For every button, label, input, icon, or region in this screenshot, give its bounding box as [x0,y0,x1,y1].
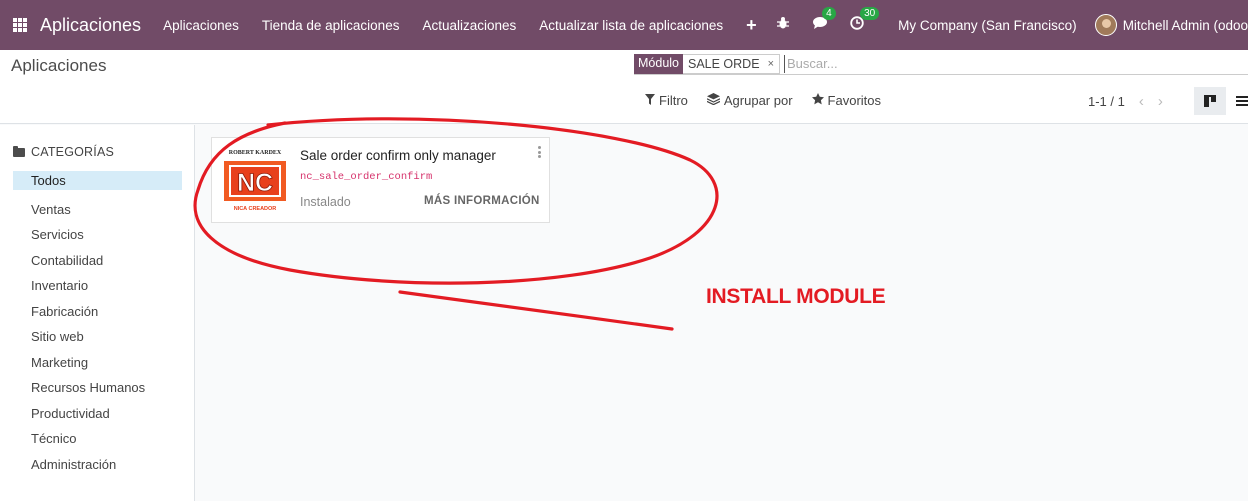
facet-value-text: SALE ORDE [688,56,760,71]
chevron-left-icon[interactable]: ‹ [1139,93,1144,110]
logo-letters: NC [237,169,273,197]
chevron-right-icon[interactable]: › [1158,93,1163,110]
logo-top-text: ROBERT KARDEX [229,150,282,156]
group-by-button[interactable]: Agrupar por [706,93,793,108]
category-sidebar: CATEGORÍAS Todos Ventas Servicios Contab… [0,125,195,501]
facet-label: Módulo [634,53,683,74]
category-contabilidad[interactable]: Contabilidad [13,248,182,274]
category-fabricacion[interactable]: Fabricación [13,299,182,325]
kanban-view-button[interactable] [1194,87,1226,115]
menu-aplicaciones[interactable]: Aplicaciones [163,18,239,33]
more-info-button[interactable]: MÁS INFORMACIÓN [424,195,540,207]
search-bar: Módulo SALE ORDE × [634,53,1248,75]
plus-icon[interactable]: + [746,15,757,36]
menu-actualizaciones[interactable]: Actualizaciones [422,18,516,33]
menu-actualizar-lista[interactable]: Actualizar lista de aplicaciones [539,18,723,33]
activities-badge: 30 [860,7,880,20]
filter-button[interactable]: Filtro [645,93,688,108]
category-administracion[interactable]: Administración [13,452,182,478]
layers-icon [706,93,721,108]
categories-title: CATEGORÍAS [31,145,115,159]
kanban-icon [1204,95,1216,107]
systray: 4 30 My Company (San Francisco) Mitchell… [776,0,1248,50]
favorites-label: Favoritos [827,93,882,108]
category-sitio-web[interactable]: Sitio web [13,324,182,350]
category-tecnico[interactable]: Técnico [13,426,182,452]
company-switcher[interactable]: My Company (San Francisco) [898,18,1077,33]
menu-tienda-de-aplicaciones[interactable]: Tienda de aplicaciones [262,18,400,33]
facet-value: SALE ORDE × [683,53,780,74]
messages-badge: 4 [822,7,836,20]
category-ventas[interactable]: Ventas [13,197,182,223]
chat-icon[interactable]: 4 [812,7,836,34]
group-by-label: Agrupar por [723,93,793,108]
close-icon[interactable]: × [768,58,774,70]
top-navbar: Aplicaciones Aplicaciones Tienda de apli… [0,0,1248,50]
category-servicios[interactable]: Servicios [13,222,182,248]
module-title: Sale order confirm only manager [300,148,496,163]
clock-icon[interactable]: 30 [850,7,880,34]
module-status: Instalado [300,195,351,209]
pager: 1-1 / 1 ‹ › [1088,93,1163,110]
categories-header: CATEGORÍAS [13,145,114,159]
control-panel: Aplicaciones Módulo SALE ORDE × Filtro A… [0,50,1248,124]
module-logo: ROBERT KARDEX NC NICA CREADOR [221,147,289,213]
app-menu-icon[interactable] [13,18,27,32]
module-technical-name: nc_sale_order_confirm [300,171,433,183]
install-module-annotation: INSTALL MODULE [706,285,886,308]
view-switcher [1194,87,1248,115]
bug-icon[interactable] [776,16,790,34]
star-icon [811,93,824,108]
search-facet: Módulo SALE ORDE × [634,53,780,74]
vertical-dots-icon[interactable] [537,146,541,158]
user-menu[interactable]: Mitchell Admin (odoo [1123,18,1248,33]
category-inventario[interactable]: Inventario [13,273,182,299]
module-card[interactable]: ROBERT KARDEX NC NICA CREADOR Sale order… [211,137,550,223]
search-input[interactable] [784,54,1084,73]
favorites-button[interactable]: Favoritos [811,93,882,108]
list-view-button[interactable] [1226,87,1248,115]
category-todos[interactable]: Todos [13,171,182,190]
search-options: Filtro Agrupar por Favoritos [645,93,900,108]
funnel-icon [645,93,655,108]
avatar[interactable] [1094,14,1117,36]
breadcrumb: Aplicaciones [11,56,107,75]
logo-bottom-text: NICA CREADOR [234,206,277,212]
filter-label: Filtro [659,93,688,108]
annotation-pointer-line [398,290,674,331]
category-marketing[interactable]: Marketing [13,350,182,376]
folder-icon [13,145,25,157]
category-productividad[interactable]: Productividad [13,401,182,427]
app-brand[interactable]: Aplicaciones [40,15,141,36]
list-icon [1236,96,1248,106]
category-list: Todos Ventas Servicios Contabilidad Inve… [13,171,182,477]
pager-value[interactable]: 1-1 / 1 [1088,94,1125,109]
category-recursos-humanos[interactable]: Recursos Humanos [13,375,182,401]
